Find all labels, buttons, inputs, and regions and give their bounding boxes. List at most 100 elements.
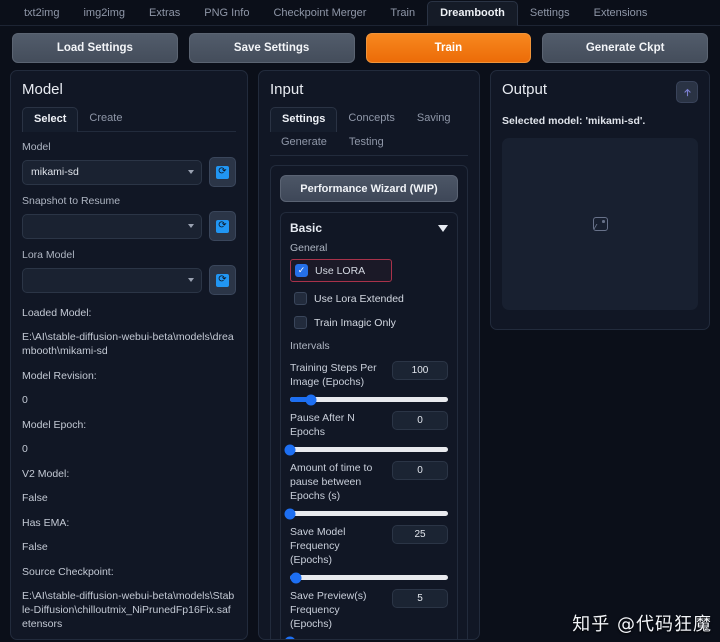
slider-label: Amount of time to pause between Epochs (… (290, 462, 373, 502)
output-gallery[interactable] (502, 138, 698, 310)
model-panel: Model Select Create Model mikami-sd ⟳ Sn… (10, 70, 248, 640)
model-epoch-label: Model Epoch: (22, 419, 87, 431)
checkbox-use-lora-extended-label: Use Lora Extended (314, 292, 404, 305)
slider-track[interactable] (284, 444, 448, 455)
has-ema-label: Has EMA: (22, 517, 70, 529)
slider-training-steps-per-image: Training Steps Per Image (Epochs) 100 (290, 361, 448, 405)
slider-track[interactable] (284, 636, 296, 639)
checkbox-use-lora[interactable]: ✓ Use LORA (290, 259, 393, 282)
refresh-icon: ⟳ (216, 273, 229, 287)
input-tab-settings[interactable]: Settings (270, 107, 338, 132)
input-tab-saving[interactable]: Saving (406, 107, 462, 131)
basic-group-title: Basic (290, 221, 323, 235)
slider-save-preview-frequency: Save Preview(s) Frequency (Epochs) 5 (284, 589, 448, 639)
input-tab-concepts[interactable]: Concepts (337, 107, 405, 131)
input-settings-body: Performance Wizard (WIP) Basic General ✓… (270, 165, 468, 639)
checkbox-train-imagic-only[interactable]: Train Imagic Only (290, 312, 448, 333)
slider-value-input[interactable]: 5 (392, 589, 448, 608)
model-tab-create[interactable]: Create (78, 107, 133, 131)
app-tab-txt2img[interactable]: txt2img (12, 2, 71, 25)
action-button-row: Load Settings Save Settings Train Genera… (0, 26, 720, 70)
chevron-down-icon (188, 224, 194, 228)
model-revision-label: Model Revision: (22, 370, 97, 382)
app-tab-dreambooth[interactable]: Dreambooth (427, 1, 518, 26)
model-epoch-value: 0 (22, 443, 28, 455)
intervals-section-label: Intervals (290, 340, 330, 352)
watermark: 知乎 @代码狂魔 (572, 614, 712, 635)
app-tab-img2img[interactable]: img2img (71, 2, 137, 25)
app-tab-extensions[interactable]: Extensions (582, 2, 660, 25)
output-panel-title: Output (502, 81, 548, 98)
lora-field-label: Lora Model (22, 249, 75, 261)
train-button[interactable]: Train (365, 33, 532, 63)
slider-save-model-frequency: Save Model Frequency (Epochs) 25 (290, 525, 448, 583)
lora-dropdown[interactable] (22, 267, 202, 293)
basic-group-header[interactable]: Basic (290, 221, 448, 235)
snapshot-refresh-button[interactable]: ⟳ (209, 211, 236, 241)
chevron-down-icon (438, 224, 448, 232)
slider-value-input[interactable]: 100 (392, 361, 448, 380)
model-field-label: Model (22, 141, 51, 153)
app-tab-png-info[interactable]: PNG Info (192, 2, 261, 25)
refresh-icon: ⟳ (216, 165, 229, 179)
app-tab-extras[interactable]: Extras (137, 2, 192, 25)
snapshot-select-row: ⟳ (22, 211, 236, 241)
upload-button[interactable] (676, 81, 698, 103)
model-dropdown[interactable]: mikami-sd (22, 159, 202, 185)
chevron-down-icon (188, 278, 194, 282)
app-tab-checkpoint-merger[interactable]: Checkpoint Merger (261, 2, 378, 25)
model-refresh-button[interactable]: ⟳ (209, 157, 236, 187)
chevron-down-icon (188, 170, 194, 174)
snapshot-field-label: Snapshot to Resume (22, 195, 121, 207)
input-tab-testing[interactable]: Testing (338, 131, 395, 155)
slider-label: Pause After N Epochs (290, 412, 355, 438)
image-placeholder-icon (592, 217, 608, 231)
save-settings-button[interactable]: Save Settings (188, 33, 355, 63)
refresh-icon: ⟳ (216, 219, 229, 233)
slider-value-input[interactable]: 0 (392, 411, 448, 430)
slider-label: Save Preview(s) Frequency (Epochs) (290, 590, 367, 630)
output-status-text: Selected model: 'mikami-sd'. (502, 115, 646, 127)
app-tab-settings[interactable]: Settings (518, 2, 582, 25)
model-revision-value: 0 (22, 394, 28, 406)
source-checkpoint-label: Source Checkpoint: (22, 566, 114, 578)
performance-wizard-button[interactable]: Performance Wizard (WIP) (280, 175, 458, 202)
upload-icon (683, 88, 691, 96)
model-tab-select[interactable]: Select (22, 107, 79, 132)
model-subtabs: Select Create (22, 107, 236, 132)
basic-group: Basic General ✓ Use LORA Use Lora Extend… (280, 212, 458, 639)
main-columns: Model Select Create Model mikami-sd ⟳ Sn… (0, 70, 720, 640)
checkbox-icon (294, 316, 307, 329)
slider-track[interactable] (290, 394, 448, 405)
input-subtabs: Settings Concepts Saving Generate Testin… (270, 107, 468, 156)
model-dropdown-value: mikami-sd (31, 166, 79, 178)
load-settings-button[interactable]: Load Settings (12, 33, 178, 63)
checkbox-use-lora-extended[interactable]: Use Lora Extended (290, 288, 448, 309)
snapshot-dropdown[interactable] (22, 213, 202, 239)
generate-ckpt-button[interactable]: Generate Ckpt (542, 33, 708, 63)
loaded-model-value: E:\AI\stable-diffusion-webui-beta\models… (22, 331, 234, 357)
v2-model-label: V2 Model: (22, 468, 70, 480)
lora-select-row: ⟳ (22, 265, 236, 295)
v2-model-value: False (22, 492, 48, 504)
checkbox-train-imagic-only-label: Train Imagic Only (314, 316, 396, 329)
source-checkpoint-value: E:\AI\stable-diffusion-webui-beta\models… (22, 590, 235, 630)
output-header: Output (502, 81, 698, 107)
input-tab-generate[interactable]: Generate (270, 131, 338, 155)
slider-pause-after-n-epochs: Pause After N Epochs 0 (284, 411, 448, 455)
input-panel: Input Settings Concepts Saving Generate … (258, 70, 480, 640)
lora-refresh-button[interactable]: ⟳ (209, 265, 236, 295)
app-tab-bar: txt2img img2img Extras PNG Info Checkpoi… (0, 0, 720, 26)
checkbox-use-lora-label: Use LORA (315, 264, 366, 277)
slider-track[interactable] (284, 508, 448, 519)
slider-label: Save Model Frequency (Epochs) (290, 526, 346, 566)
slider-track[interactable] (290, 572, 448, 583)
checkbox-icon (294, 292, 307, 305)
slider-value-input[interactable]: 0 (392, 461, 448, 480)
slider-value-input[interactable]: 25 (392, 525, 448, 544)
app-tab-train[interactable]: Train (378, 2, 427, 25)
output-panel: Output Selected model: 'mikami-sd'. (490, 70, 710, 330)
loaded-model-label: Loaded Model: (22, 307, 92, 319)
general-section-label: General (290, 242, 328, 254)
has-ema-value: False (22, 541, 48, 553)
